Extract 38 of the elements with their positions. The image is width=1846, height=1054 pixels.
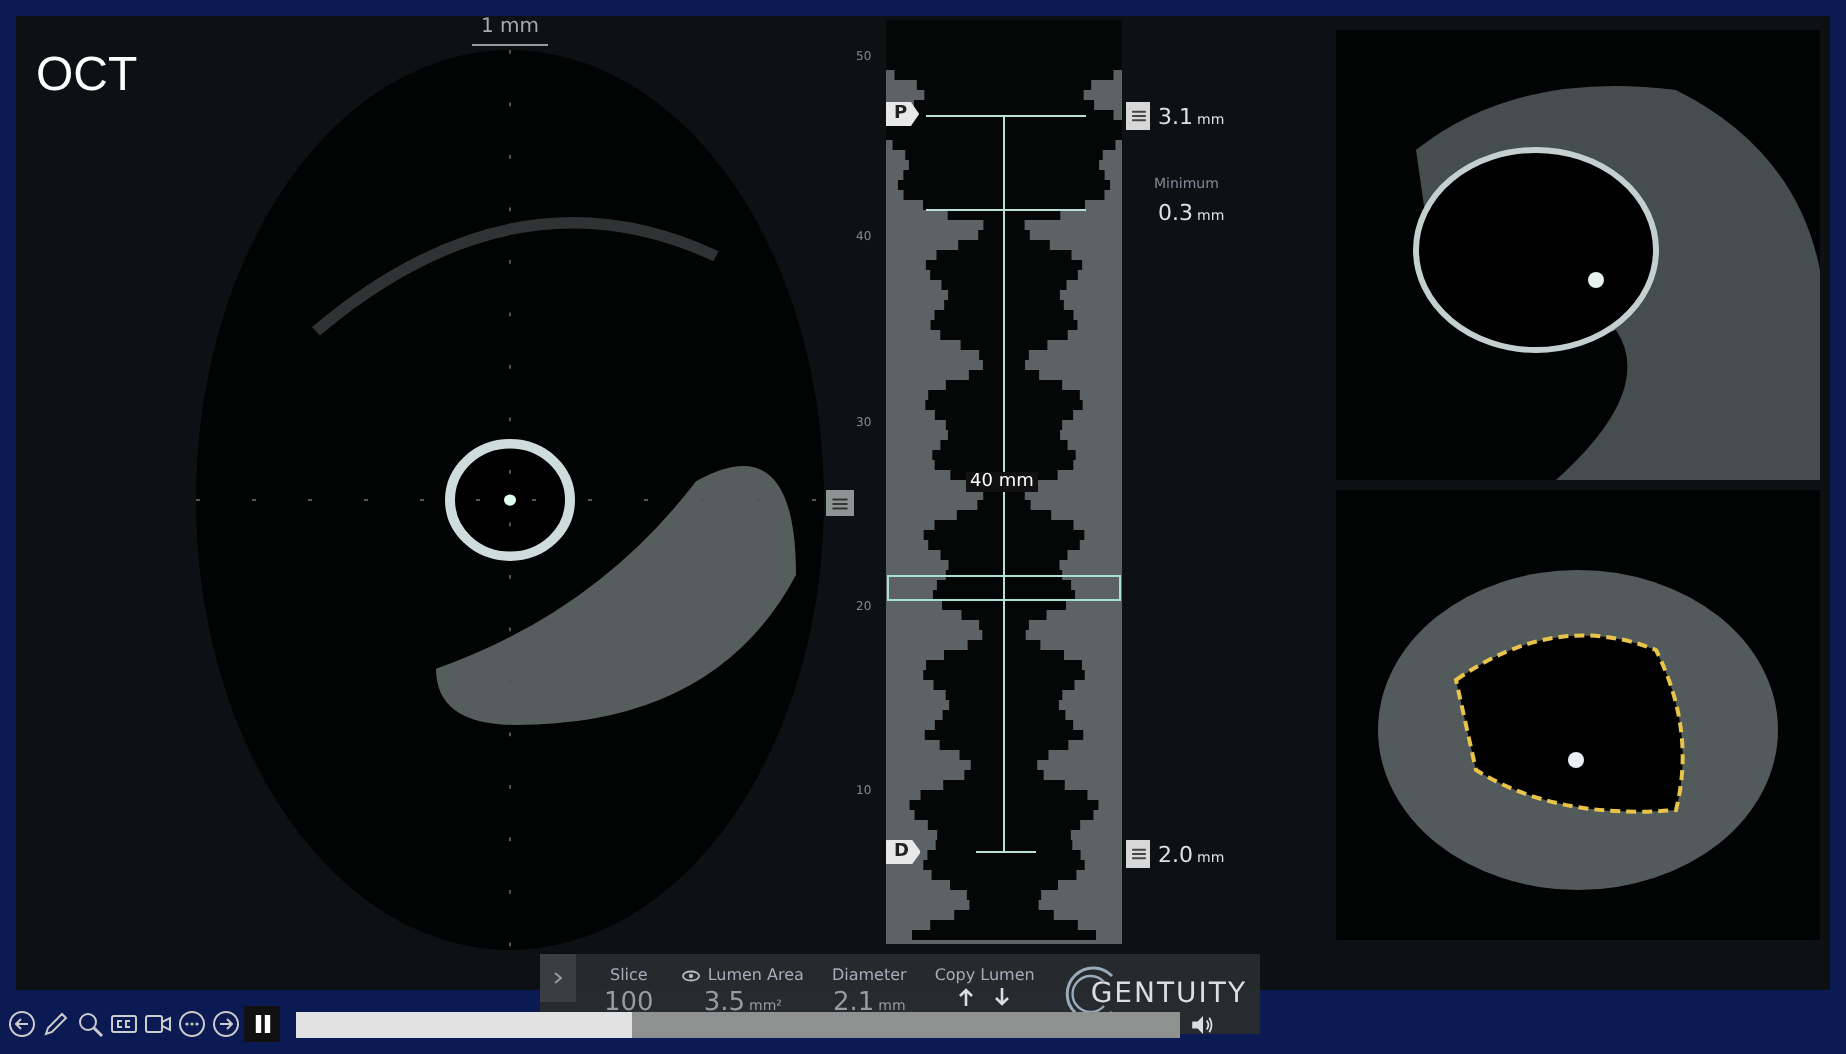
previous-button[interactable] — [8, 1010, 36, 1038]
lumen-area-label: Lumen Area — [707, 966, 804, 984]
video-camera-icon — [144, 1010, 172, 1038]
more-button[interactable] — [178, 1010, 206, 1038]
menu-button[interactable] — [826, 490, 854, 516]
progress-track[interactable] — [296, 1011, 1180, 1037]
volume-icon[interactable] — [1192, 1015, 1214, 1033]
pause-button[interactable] — [244, 1006, 280, 1042]
copy-lumen-label: Copy Lumen — [934, 966, 1035, 984]
camera-button[interactable] — [144, 1010, 172, 1038]
pen-button[interactable] — [42, 1010, 70, 1038]
pencil-icon — [42, 1010, 70, 1038]
more-icon — [178, 1010, 206, 1038]
next-button[interactable] — [212, 1010, 240, 1038]
diameter-label: Diameter — [831, 966, 907, 984]
screen-title: OCT — [36, 48, 140, 104]
zoom-button[interactable] — [76, 1010, 104, 1038]
copy-up-button[interactable] — [958, 988, 975, 1006]
handle-icon — [1131, 110, 1145, 122]
slice-label: Slice — [609, 966, 648, 984]
slice-value: 100 — [604, 988, 654, 1018]
proximal-handle[interactable] — [1126, 102, 1150, 130]
scale-bar: 1 mm — [472, 16, 548, 46]
pause-icon — [253, 1014, 271, 1034]
menu-icon — [832, 497, 848, 509]
magnifier-icon — [76, 1010, 104, 1038]
chevron-icon — [554, 972, 562, 984]
captions-icon — [110, 1010, 138, 1038]
copy-down-button[interactable] — [994, 988, 1011, 1006]
distal-marker[interactable]: D — [886, 840, 921, 864]
distal-handle[interactable] — [1126, 840, 1150, 868]
brand-name: GENTUITY — [1090, 978, 1248, 1010]
eye-icon — [681, 969, 700, 981]
length-label: 40 mm — [966, 472, 1038, 492]
down-arrow-icon — [994, 988, 1011, 1006]
handle-icon — [1131, 848, 1145, 860]
captions-button[interactable] — [110, 1010, 138, 1038]
up-arrow-icon — [958, 988, 975, 1006]
